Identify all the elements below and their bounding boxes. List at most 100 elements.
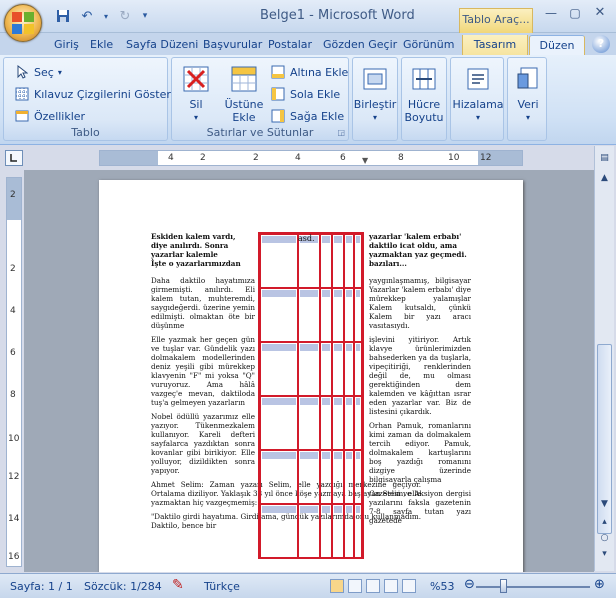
table-cell[interactable] <box>344 288 354 342</box>
table-cell[interactable] <box>320 450 332 504</box>
table-cell[interactable] <box>332 234 344 288</box>
tab-selector-button[interactable] <box>5 150 23 166</box>
customize-toolbar-icon[interactable]: ▾ <box>140 7 150 25</box>
cell-gridline-highlight <box>322 398 330 405</box>
undo-dropdown-icon[interactable]: ▾ <box>102 7 110 25</box>
table-cell[interactable] <box>260 450 298 504</box>
word-count[interactable]: Sözcük: 1/284 <box>84 580 162 593</box>
zoom-slider-handle[interactable] <box>500 579 507 593</box>
cell-gridline-highlight <box>346 398 352 405</box>
cell-gridline-highlight <box>346 506 352 513</box>
vertical-scrollbar[interactable]: ▤ ▲ ▼ ▴ ○ ▾ <box>594 146 614 571</box>
table-cell[interactable] <box>344 450 354 504</box>
tab-gorunum[interactable]: Görünüm <box>397 35 460 55</box>
table-cell[interactable] <box>260 288 298 342</box>
table-cell[interactable] <box>320 234 332 288</box>
tab-duzen[interactable]: Düzen <box>529 35 585 55</box>
insert-left-button[interactable]: Sola Ekle <box>270 86 340 102</box>
tab-tasarim[interactable]: Tasarım <box>462 35 528 55</box>
table-cell[interactable] <box>344 342 354 396</box>
table-cell[interactable] <box>298 342 320 396</box>
table-cell[interactable] <box>344 504 354 558</box>
scroll-down-icon[interactable]: ▼ <box>597 496 612 512</box>
tab-postalar[interactable]: Postalar <box>262 35 318 55</box>
table-cell[interactable] <box>344 234 354 288</box>
table-cell[interactable] <box>332 342 344 396</box>
language-indicator[interactable]: Türkçe <box>204 580 240 593</box>
close-icon[interactable]: ✕ <box>588 4 612 22</box>
table-cell[interactable] <box>354 504 362 558</box>
zoom-level[interactable]: %53 <box>430 580 454 593</box>
full-screen-reading-icon[interactable] <box>348 579 362 593</box>
next-page-icon[interactable]: ▾ <box>597 546 612 562</box>
select-button[interactable]: Seç ▾ <box>14 64 62 80</box>
table-cell[interactable] <box>260 504 298 558</box>
table-cell[interactable] <box>332 504 344 558</box>
zoom-slider-track[interactable] <box>476 586 590 588</box>
table-cell[interactable] <box>260 396 298 450</box>
insert-above-button[interactable]: Üstüne Ekle <box>222 64 266 124</box>
properties-button[interactable]: Özellikler <box>14 108 85 124</box>
minimize-icon[interactable]: — <box>539 4 563 22</box>
tab-gozden-gecir[interactable]: Gözden Geçir <box>317 35 403 55</box>
table-cell[interactable] <box>354 234 362 288</box>
table-cell[interactable] <box>320 288 332 342</box>
maximize-icon[interactable]: ▢ <box>563 4 587 22</box>
save-icon[interactable] <box>54 7 72 25</box>
horizontal-ruler[interactable]: 4 2 2 4 6 8 10 12 ▼ <box>99 150 523 166</box>
print-layout-view-icon[interactable] <box>330 579 344 593</box>
table-cell[interactable] <box>344 396 354 450</box>
zoom-in-icon[interactable]: ⊕ <box>594 577 605 592</box>
web-layout-icon[interactable] <box>366 579 380 593</box>
group-label-rows-columns: Satırlar ve Sütunlar <box>206 126 314 139</box>
scroll-up-icon[interactable]: ▲ <box>597 170 612 186</box>
data-button[interactable]: Veri ▾ <box>510 64 546 124</box>
cell-size-button[interactable]: Hücre Boyutu <box>404 64 444 124</box>
tab-sayfa-duzeni[interactable]: Sayfa Düzeni <box>120 35 204 55</box>
office-button[interactable] <box>4 4 42 42</box>
browse-object-icon[interactable]: ○ <box>597 530 612 546</box>
outline-view-icon[interactable] <box>384 579 398 593</box>
help-icon[interactable]: ? <box>592 35 610 53</box>
table-cell-text[interactable]: asd. <box>298 234 315 243</box>
table-cell[interactable] <box>332 288 344 342</box>
tab-basvurular[interactable]: Başvurular <box>197 35 268 55</box>
show-gridlines-button[interactable]: Kılavuz Çizgilerini Göster <box>14 86 171 102</box>
table-cell[interactable] <box>354 396 362 450</box>
vertical-ruler[interactable]: 2 2 4 6 8 10 12 14 16 <box>6 177 22 567</box>
table-cell[interactable] <box>332 396 344 450</box>
insert-below-button[interactable]: Altına Ekle <box>270 64 348 80</box>
table-cell[interactable] <box>298 396 320 450</box>
table-cell[interactable] <box>320 342 332 396</box>
undo-icon[interactable]: ↶ <box>78 7 96 25</box>
table-cell[interactable] <box>320 504 332 558</box>
table-cell[interactable] <box>260 234 298 288</box>
insert-right-button[interactable]: Sağa Ekle <box>270 108 344 124</box>
merge-button[interactable]: Birleştir ▾ <box>354 64 396 124</box>
table-cell[interactable] <box>298 288 320 342</box>
table-cell[interactable] <box>332 450 344 504</box>
page-count[interactable]: Sayfa: 1 / 1 <box>10 580 73 593</box>
table-cell[interactable] <box>354 288 362 342</box>
table-cell[interactable] <box>320 396 332 450</box>
proofing-icon[interactable]: ✎ <box>172 577 184 593</box>
tab-giris[interactable]: Giriş <box>48 35 85 55</box>
alignment-button[interactable]: Hizalama ▾ <box>452 64 504 124</box>
table-cell[interactable] <box>260 342 298 396</box>
cell-gridline-highlight <box>300 506 318 513</box>
table-cell[interactable] <box>298 450 320 504</box>
table-cell[interactable] <box>298 504 320 558</box>
ruler-toggle-icon[interactable]: ▤ <box>597 150 612 166</box>
table-cell[interactable] <box>354 450 362 504</box>
dialog-launcher-icon[interactable]: ◲ <box>337 128 345 137</box>
document-table[interactable] <box>258 232 364 559</box>
indent-marker-icon[interactable]: ▼ <box>362 156 368 165</box>
draft-view-icon[interactable] <box>402 579 416 593</box>
delete-button[interactable]: Sil ▾ <box>178 64 214 124</box>
redo-icon[interactable]: ↻ <box>116 7 134 25</box>
zoom-out-icon[interactable]: ⊖ <box>464 577 475 592</box>
document-page[interactable]: Eskiden kalem vardı, diye anılırdı. Sonr… <box>99 180 523 572</box>
table-cell[interactable] <box>354 342 362 396</box>
tab-ekle[interactable]: Ekle <box>84 35 119 55</box>
previous-page-icon[interactable]: ▴ <box>597 514 612 530</box>
